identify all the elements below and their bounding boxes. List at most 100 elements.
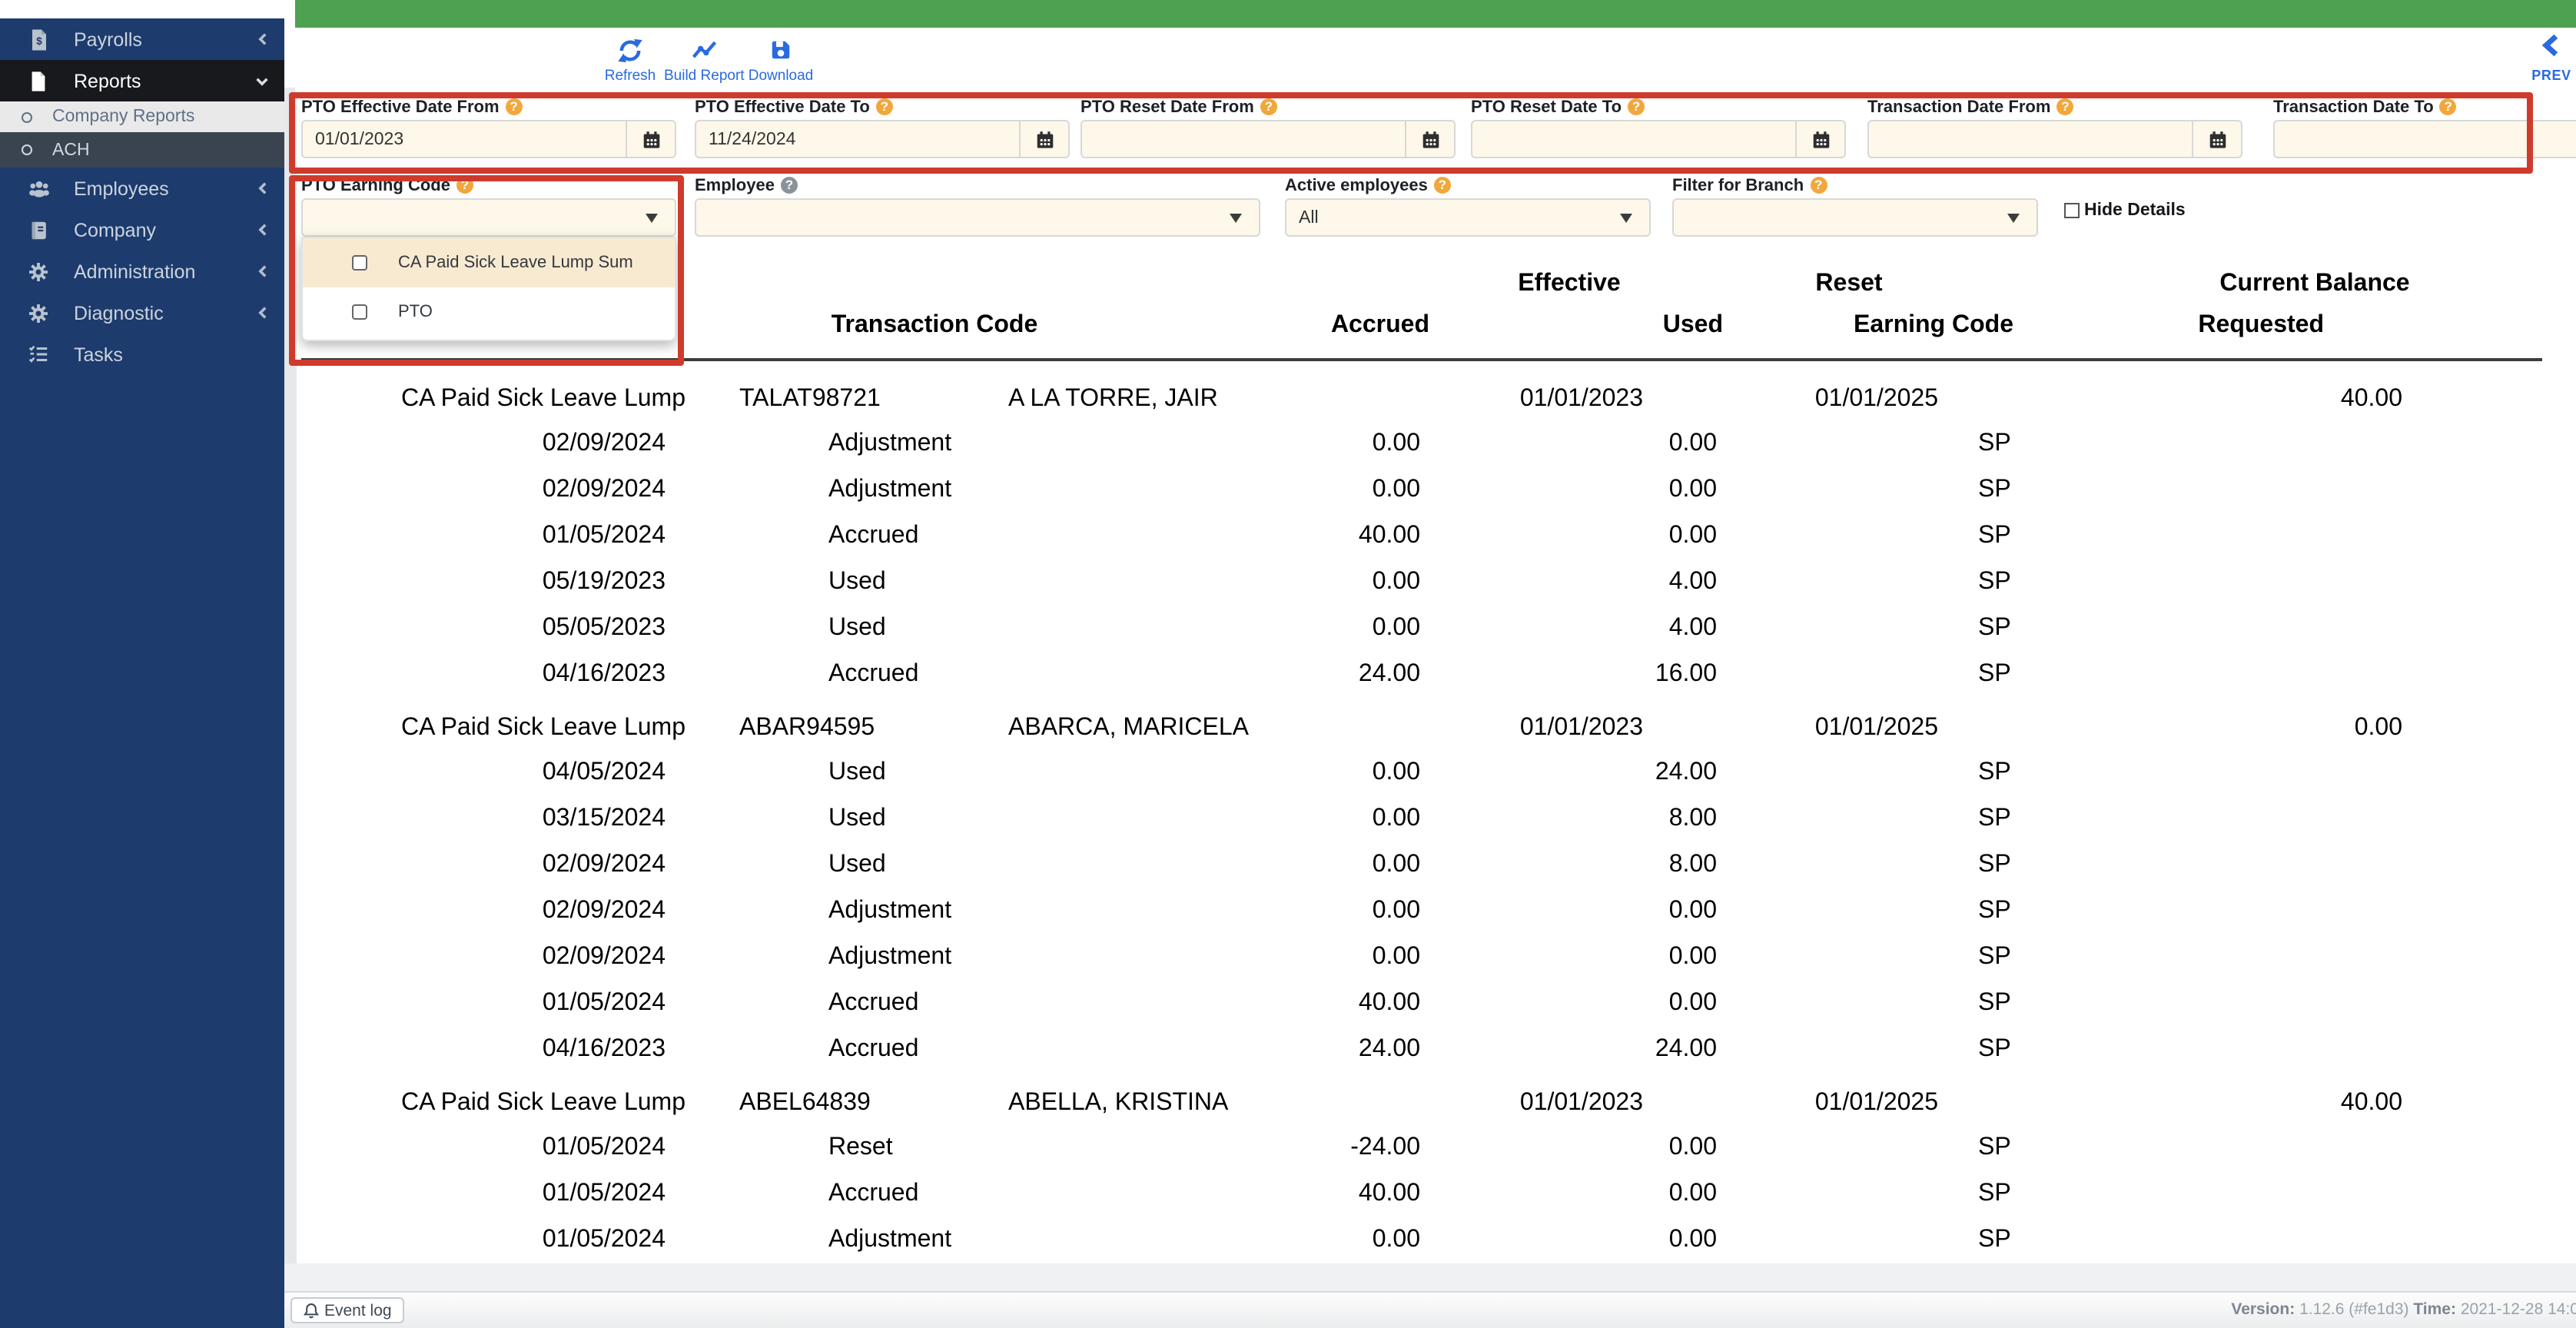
table-cell-earn: SP: [1978, 569, 2011, 595]
table-cell-date: 02/09/2024: [542, 476, 666, 503]
refresh-button[interactable]: Refresh: [590, 35, 670, 85]
table-cell-date: 04/05/2024: [542, 759, 666, 785]
option-checkbox[interactable]: [352, 255, 367, 271]
hide-details-checkbox[interactable]: [2064, 203, 2080, 218]
save-floppy-icon: [741, 35, 821, 65]
sidebar-item-company[interactable]: Company: [0, 209, 284, 251]
status-bar: Event log Version: 1.12.6 (#fe1d3) Time:…: [284, 1291, 2576, 1328]
version-info: Version: 1.12.6 (#fe1d3) Time: 2021-12-2…: [2231, 1300, 2576, 1319]
transaction-date-from-field: [1867, 120, 2242, 158]
table-cell-name: ABELLA, KRISTINA: [1008, 1090, 1229, 1117]
help-icon[interactable]: ?: [780, 177, 798, 194]
active-employees-select[interactable]: All: [1285, 198, 1651, 237]
help-icon[interactable]: ?: [456, 177, 473, 194]
refresh-icon: [590, 35, 670, 65]
table-cell-date: 02/09/2024: [542, 430, 666, 456]
help-icon[interactable]: ?: [1433, 177, 1451, 194]
caret-down-icon: [1603, 200, 1649, 235]
sidebar-item-label: Payrolls: [74, 28, 142, 50]
sidebar-item-label: Company Reports: [52, 108, 195, 126]
calendar-icon[interactable]: [1795, 121, 1844, 157]
table-cell-accrued: 0.00: [1372, 759, 1420, 785]
pto-reset-date-from-field: [1081, 120, 1456, 158]
table-cell-earn: SP: [1978, 523, 2011, 549]
table-group-row: CA Paid Sick Leave Lump ABEL64839 ABELLA, …: [0, 1073, 2576, 1125]
content-bottom-band: [284, 1263, 2576, 1291]
sidebar-item-employees[interactable]: Employees: [0, 168, 284, 209]
table-cell-type: Used: [828, 805, 886, 832]
sidebar-item-label: Employees: [74, 178, 169, 199]
pto-reset-date-from-input[interactable]: [1082, 121, 1405, 157]
build-report-button[interactable]: Build Report: [664, 35, 745, 85]
employees-people-icon: [25, 174, 52, 202]
option-label: PTO: [398, 303, 433, 321]
table-row: 01/05/2024 Reset -24.00 0.00 SP: [0, 1125, 2576, 1171]
help-icon[interactable]: ?: [1260, 98, 1277, 115]
pto-reset-date-to-input[interactable]: [1472, 121, 1795, 157]
prev-page-button[interactable]: PREV: [2521, 34, 2576, 83]
table-cell-earn: SP: [1978, 1134, 2011, 1160]
col-header-earning-code: Earning Code: [1854, 312, 2014, 338]
transaction-date-to-input[interactable]: [2275, 121, 2576, 157]
select-value: [303, 200, 629, 235]
bell-icon: [304, 1303, 319, 1318]
prev-label: PREV: [2531, 68, 2571, 83]
help-icon[interactable]: ?: [875, 98, 893, 115]
table-cell-date: 05/05/2023: [542, 615, 666, 641]
table-cell-earn: SP: [1978, 944, 2011, 970]
transaction-date-from-input[interactable]: [1869, 121, 2192, 157]
table-body: CA Paid Sick Leave Lump TALAT98721 A LA TO…: [0, 369, 2576, 1263]
dropdown-option-pto[interactable]: PTO: [303, 287, 675, 337]
filter-label: PTO Effective Date To?: [695, 98, 893, 117]
pto-earning-code-select[interactable]: [301, 198, 676, 237]
table-cell-earn: SP: [1978, 852, 2011, 878]
employee-select[interactable]: [695, 198, 1260, 237]
sidebar-item-ach[interactable]: ACH: [0, 132, 284, 168]
pto-reset-date-to-field: [1471, 120, 1846, 158]
table-cell-used: 0.00: [1668, 1180, 1717, 1207]
help-icon[interactable]: ?: [2056, 98, 2074, 115]
app-window: $ Payrolls Reports Company Reports ACH E…: [0, 0, 2576, 1328]
calendar-icon[interactable]: [1019, 121, 1068, 157]
table-cell-used: 0.00: [1668, 898, 1717, 924]
table-cell-used: 0.00: [1668, 1227, 1717, 1253]
help-icon[interactable]: ?: [505, 98, 523, 115]
table-row: 04/16/2023 Accrued 24.00 16.00 SP: [0, 652, 2576, 698]
sidebar-item-payrolls[interactable]: $ Payrolls: [0, 18, 284, 60]
table-cell-type: Adjustment: [828, 430, 952, 456]
help-icon[interactable]: ?: [1628, 98, 1645, 115]
table-cell-reset: 01/01/2025: [1814, 386, 1938, 413]
table-cell-accrued: 40.00: [1358, 990, 1420, 1016]
help-icon[interactable]: ?: [1810, 177, 1827, 194]
pto-effective-date-from-field: [301, 120, 676, 158]
calendar-icon[interactable]: [2192, 121, 2241, 157]
filter-for-branch-select[interactable]: [1672, 198, 2038, 237]
tasks-checklist-icon: [25, 340, 52, 368]
hide-details-checkbox-group[interactable]: Hide Details: [2064, 201, 2186, 220]
sidebar-item-diagnostic[interactable]: Diagnostic: [0, 292, 284, 334]
sidebar-item-administration[interactable]: Administration: [0, 251, 284, 292]
dropdown-option-ca-paid-sick-leave[interactable]: CA Paid Sick Leave Lump Sum: [303, 238, 675, 287]
calendar-icon[interactable]: [626, 121, 675, 157]
sidebar-item-company-reports[interactable]: Company Reports: [0, 101, 284, 132]
event-log-button[interactable]: Event log: [290, 1297, 404, 1323]
table-cell-balance: 40.00: [2340, 1090, 2402, 1117]
pto-effective-date-to-input[interactable]: [696, 121, 1019, 157]
filter-label: Transaction Date To?: [2273, 98, 2457, 117]
calendar-icon[interactable]: [1405, 121, 1454, 157]
filter-label: Transaction Date From?: [1867, 98, 2074, 117]
sidebar-item-label: Company: [74, 219, 156, 241]
help-icon[interactable]: ?: [2439, 98, 2457, 115]
filter-label: PTO Effective Date From?: [301, 98, 523, 117]
table-cell-earn: SP: [1978, 990, 2011, 1016]
option-checkbox[interactable]: [352, 304, 367, 320]
sidebar-item-reports[interactable]: Reports: [0, 60, 284, 101]
table-cell-used: 0.00: [1668, 476, 1717, 503]
table-cell-accrued: 24.00: [1358, 1036, 1420, 1062]
table-cell-date: 05/19/2023: [542, 569, 666, 595]
col-header-requested: Requested: [2198, 312, 2324, 338]
download-button[interactable]: Download: [741, 35, 821, 85]
chevron-down-icon: [255, 70, 269, 91]
pto-effective-date-from-input[interactable]: [303, 121, 626, 157]
table-group-row: CA Paid Sick Leave Lump TALAT98721 A LA TO…: [0, 369, 2576, 421]
